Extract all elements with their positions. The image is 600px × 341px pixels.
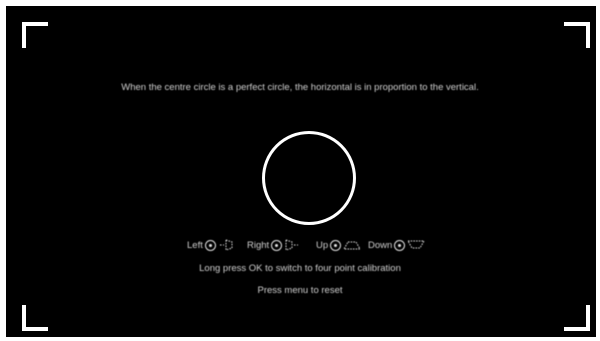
direction-down[interactable]: Down — [368, 237, 426, 253]
direction-up[interactable]: Up — [316, 237, 362, 253]
direction-down-label: Down — [368, 239, 393, 251]
keystone-up-icon — [343, 241, 362, 250]
corner-marker-top-right — [564, 22, 590, 48]
screen-edge-top — [0, 0, 600, 6]
reset-hint: Press menu to reset — [257, 285, 343, 296]
keystone-calibration-screen: When the centre circle is a perfect circ… — [0, 0, 600, 341]
corner-marker-top-left — [22, 22, 48, 48]
keystone-right-icon — [285, 239, 299, 251]
direction-left-label: Left — [187, 239, 203, 251]
ok-button-icon — [204, 239, 216, 251]
calibration-instruction: When the centre circle is a perfect circ… — [121, 82, 479, 93]
corner-marker-bottom-right — [564, 305, 590, 331]
ok-button-icon — [271, 239, 283, 251]
keystone-left-icon — [219, 239, 233, 251]
keystone-down-icon — [407, 240, 426, 249]
direction-up-label: Up — [316, 239, 329, 251]
four-point-hint: Long press OK to switch to four point ca… — [199, 263, 401, 274]
ok-button-icon — [330, 239, 342, 251]
direction-left[interactable]: Left — [187, 237, 234, 253]
reference-circle — [262, 131, 356, 225]
direction-right-label: Right — [247, 239, 270, 251]
direction-right[interactable]: Right — [247, 237, 300, 253]
screen-edge-bottom — [0, 337, 600, 341]
direction-hints: Left Right Up Down — [0, 237, 600, 253]
ok-button-icon — [394, 239, 406, 251]
corner-marker-bottom-left — [22, 305, 48, 331]
